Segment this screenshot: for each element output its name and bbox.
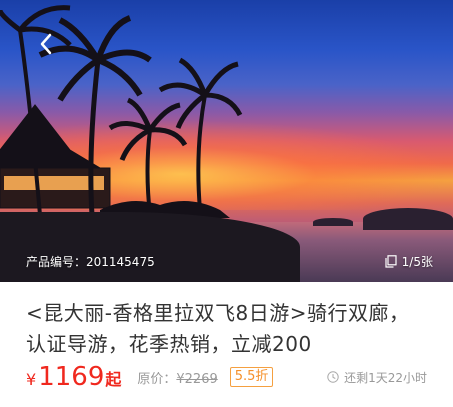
discount-badge: 5.5折 — [229, 367, 274, 387]
price-amount: 1169 — [38, 362, 105, 392]
countdown: 还剩1天22小时 — [327, 369, 427, 386]
countdown-text: 还剩1天22小时 — [344, 370, 427, 385]
price-suffix: 起 — [105, 370, 122, 389]
currency-symbol: ¥ — [26, 370, 37, 389]
original-price-value: ¥2269 — [176, 371, 218, 387]
product-info: <昆大丽-香格里拉双飞8日游>骑行双廊，认证导游，花季热销，立减200 ¥ 11… — [0, 298, 453, 392]
original-price: 原价：¥2269 — [137, 368, 217, 387]
clock-icon — [327, 371, 339, 383]
original-price-label: 原价： — [137, 371, 177, 387]
image-count-text: 1/5张 — [401, 255, 433, 269]
chevron-left-icon — [40, 33, 52, 55]
price-row: ¥ 1169 起 原价：¥2269 5.5折 还剩1天22小时 — [26, 362, 427, 392]
product-code: 产品编号：201145475 — [26, 255, 155, 269]
product-hero-image[interactable]: 产品编号：201145475 1/5张 — [0, 0, 453, 282]
image-count[interactable]: 1/5张 — [385, 253, 433, 270]
back-button[interactable] — [32, 30, 60, 58]
price: ¥ 1169 起 — [26, 362, 121, 392]
copy-icon — [385, 255, 397, 268]
product-title: <昆大丽-香格里拉双飞8日游>骑行双廊，认证导游，花季热销，立减200 — [26, 301, 410, 356]
